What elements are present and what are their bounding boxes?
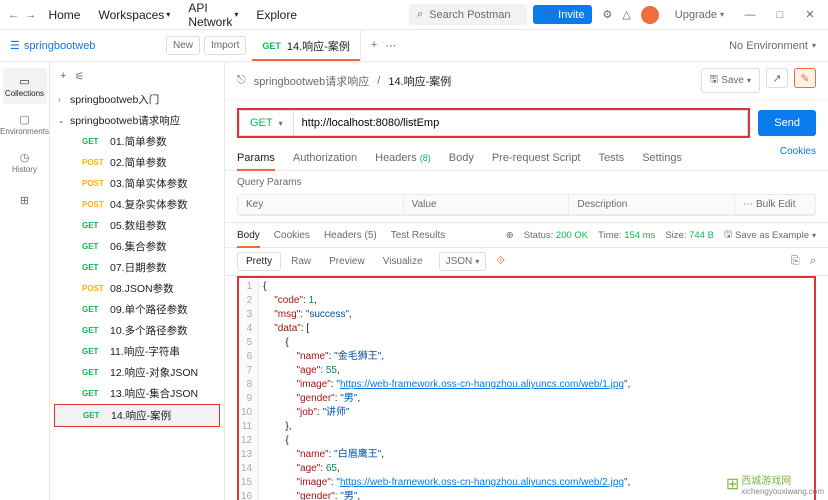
tree-request-item[interactable]: POST03.简单实体参数 — [54, 173, 220, 194]
share-button[interactable]: ↗ — [766, 68, 788, 88]
query-params-table: Key Value Description ⋯ Bulk Edit — [237, 194, 816, 216]
new-tab-icon[interactable]: + — [371, 39, 377, 52]
save-as-example-button[interactable]: 🖫Save as Example▾ — [724, 227, 816, 243]
close-icon[interactable]: ✕ — [800, 8, 820, 21]
resp-tab-headers[interactable]: Headers (5) — [324, 228, 377, 243]
tab-prescript[interactable]: Pre-request Script — [492, 146, 581, 170]
rail-collections[interactable]: ▭Collections — [3, 68, 47, 104]
rail-environments[interactable]: ▢Environments — [3, 106, 47, 142]
more-icon: ⊞ — [20, 194, 29, 207]
back-icon[interactable]: ← — [8, 6, 19, 24]
tree-request-item[interactable]: GET13.响应-集合JSON — [54, 383, 220, 404]
more-cols-icon[interactable]: ⋯ — [743, 199, 753, 210]
save-icon: 🖫 — [724, 227, 732, 243]
comment-button[interactable]: ✎ — [794, 68, 816, 88]
history-icon: ◷ — [20, 151, 30, 164]
view-preview[interactable]: Preview — [321, 253, 373, 270]
resp-tab-cookies[interactable]: Cookies — [274, 228, 310, 243]
content-area: ⎋ springbootweb请求响应 / 14.响应-案例 🖫Save▾ ↗ … — [225, 62, 828, 500]
sidebar: + ⚟ ›springbootweb入门 ⌄springbootweb请求响应 … — [50, 62, 225, 500]
tree-request-item[interactable]: GET14.响应-案例 — [54, 404, 220, 427]
watermark: ⊞ 西城游戏网xichengyouxiwang.com — [726, 472, 824, 496]
upgrade-button[interactable]: Upgrade▾ — [669, 7, 730, 23]
qp-col-value: Value — [404, 195, 570, 214]
tab-tests[interactable]: Tests — [599, 146, 625, 170]
tree-request-item[interactable]: GET10.多个路径参数 — [54, 320, 220, 341]
tree-request-item[interactable]: GET05.数组参数 — [54, 215, 220, 236]
wrap-icon[interactable]: ⟐ — [496, 255, 505, 268]
tree-request-item[interactable]: POST08.JSON参数 — [54, 278, 220, 299]
tree-request-item[interactable]: GET11.响应-字符串 — [54, 341, 220, 362]
tree-folder-2[interactable]: ⌄springbootweb请求响应 — [54, 110, 220, 131]
workspace-dropdown[interactable]: ☰ springbootweb — [0, 39, 160, 52]
import-button[interactable]: Import — [204, 36, 246, 55]
tree-request-item[interactable]: GET12.响应-对象JSON — [54, 362, 220, 383]
environment-dropdown[interactable]: No Environment ▾ — [717, 40, 828, 52]
invite-button[interactable]: 👤Invite — [533, 5, 592, 24]
save-icon: 🖫 — [710, 72, 719, 89]
nav-explore[interactable]: Explore — [250, 8, 303, 22]
query-params-label: Query Params — [225, 171, 828, 194]
left-rail: ▭Collections ▢Environments ◷History ⊞ — [0, 62, 50, 500]
tree-request-item[interactable]: GET06.集合参数 — [54, 236, 220, 257]
response-body[interactable]: 1234567891011121314151617181920212223242… — [237, 276, 816, 500]
view-visualize[interactable]: Visualize — [375, 253, 431, 270]
tree-request-item[interactable]: POST04.复杂实体参数 — [54, 194, 220, 215]
environments-icon: ▢ — [19, 113, 29, 126]
view-raw[interactable]: Raw — [283, 253, 319, 270]
tab-authorization[interactable]: Authorization — [293, 146, 357, 170]
breadcrumb-parent[interactable]: springbootweb请求响应 — [254, 73, 370, 89]
format-select[interactable]: JSON▾ — [439, 252, 487, 271]
tree-request-item[interactable]: GET01.简单参数 — [54, 131, 220, 152]
method-select[interactable]: GET▾ — [239, 110, 293, 136]
cookies-link[interactable]: Cookies — [780, 146, 816, 170]
resp-tab-body[interactable]: Body — [237, 228, 260, 243]
nav-workspaces[interactable]: Workspaces▾ — [92, 8, 176, 22]
tree-folder-1[interactable]: ›springbootweb入门 — [54, 89, 220, 110]
network-icon[interactable]: ⊕ — [506, 230, 514, 241]
tab-menu-icon[interactable]: ⋯ — [385, 39, 396, 52]
search-icon: ⌕ — [417, 8, 423, 21]
qp-col-desc: Description — [569, 195, 735, 214]
minimize-icon[interactable]: — — [740, 9, 760, 21]
new-button[interactable]: New — [166, 36, 200, 55]
invite-icon: 👤 — [541, 8, 555, 21]
avatar[interactable] — [641, 6, 659, 24]
nav-api-network[interactable]: API Network▾ — [182, 1, 244, 29]
search-input[interactable]: ⌕ Search Postman — [409, 4, 527, 25]
tree-request-item[interactable]: GET09.单个路径参数 — [54, 299, 220, 320]
http-icon: ⎋ — [237, 74, 246, 87]
rail-more[interactable]: ⊞ — [3, 182, 47, 218]
bulk-edit-link[interactable]: Bulk Edit — [756, 199, 795, 210]
search-response-icon[interactable]: ⌕ — [810, 255, 816, 268]
tab-body[interactable]: Body — [449, 146, 474, 170]
copy-icon[interactable]: ⎘ — [791, 255, 800, 268]
save-button[interactable]: 🖫Save▾ — [701, 68, 760, 93]
filter-icon[interactable]: ⚟ — [74, 70, 84, 83]
view-pretty[interactable]: Pretty — [237, 252, 281, 271]
notifications-icon[interactable]: △ — [622, 8, 630, 21]
request-tab-active[interactable]: GET 14.响应-案例 — [252, 30, 360, 61]
qp-col-key: Key — [238, 195, 404, 214]
rail-history[interactable]: ◷History — [3, 144, 47, 180]
tree-request-item[interactable]: POST02.简单参数 — [54, 152, 220, 173]
breadcrumb-current: 14.响应-案例 — [388, 73, 451, 89]
tab-settings[interactable]: Settings — [642, 146, 682, 170]
nav-home[interactable]: Home — [42, 8, 86, 22]
workspace-icon: ☰ — [10, 39, 20, 52]
tab-headers[interactable]: Headers (8) — [375, 146, 431, 170]
send-button[interactable]: Send — [758, 110, 816, 136]
maximize-icon[interactable]: □ — [770, 9, 790, 21]
tab-bar: ☰ springbootweb New Import GET 14.响应-案例 … — [0, 30, 828, 62]
url-input[interactable] — [293, 110, 749, 136]
tree-request-item[interactable]: GET07.日期参数 — [54, 257, 220, 278]
settings-icon[interactable]: ⚙ — [602, 8, 612, 21]
top-toolbar: ← → Home Workspaces▾ API Network▾ Explor… — [0, 0, 828, 30]
resp-tab-tests[interactable]: Test Results — [391, 228, 445, 243]
add-icon[interactable]: + — [60, 70, 66, 83]
forward-icon[interactable]: → — [25, 6, 36, 24]
collections-icon: ▭ — [19, 75, 29, 88]
tab-params[interactable]: Params — [237, 146, 275, 170]
